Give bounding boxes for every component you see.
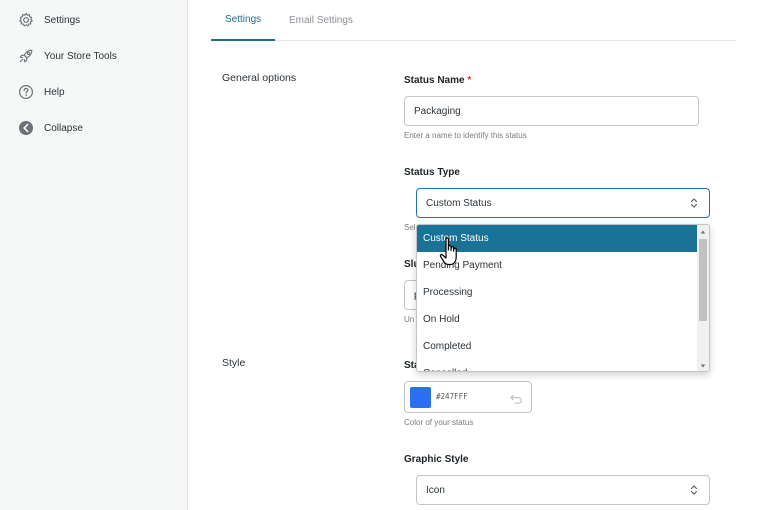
required-marker: * xyxy=(467,75,472,86)
sidebar-item-collapse[interactable]: Collapse xyxy=(18,117,83,139)
status-type-dropdown: Custom Status Pending Payment Processing… xyxy=(416,224,710,372)
section-general-options: General options xyxy=(222,72,297,84)
status-color-picker[interactable]: #247FFF xyxy=(404,381,532,413)
sidebar-item-label: Collapse xyxy=(44,122,83,134)
tab-email-settings[interactable]: Email Settings xyxy=(275,0,367,40)
sidebar: Settings Your Store Tools Help Collapse xyxy=(0,0,188,510)
scrollbar-thumb[interactable] xyxy=(699,239,707,321)
status-type-label: Status Type xyxy=(404,167,460,178)
dropdown-option[interactable]: Completed xyxy=(417,333,699,360)
slug-help: Un xyxy=(404,315,415,324)
chevron-updown-icon xyxy=(690,198,698,208)
status-name-value: Packaging xyxy=(414,105,461,117)
status-name-help: Enter a name to identify this status xyxy=(404,131,527,140)
dropdown-option[interactable]: Cancelled xyxy=(417,360,699,371)
settings-tabs: Settings Email Settings xyxy=(211,0,736,41)
dropdown-option[interactable]: On Hold xyxy=(417,306,699,333)
sidebar-item-settings[interactable]: Settings xyxy=(18,9,80,31)
sidebar-item-your-store-tools[interactable]: Your Store Tools xyxy=(18,45,117,67)
color-hex-value[interactable]: #247FFF xyxy=(436,392,468,401)
sidebar-item-help[interactable]: Help xyxy=(18,81,65,103)
status-type-value: Custom Status xyxy=(426,197,492,209)
sidebar-item-label: Settings xyxy=(44,14,81,26)
dropdown-option[interactable]: Processing xyxy=(417,279,699,306)
reset-color-icon[interactable] xyxy=(509,391,523,405)
gear-icon xyxy=(18,12,34,28)
status-color-help: Color of your status xyxy=(404,418,474,427)
dropdown-option[interactable]: Custom Status xyxy=(417,225,699,252)
scroll-up-arrow-icon[interactable] xyxy=(699,228,707,236)
status-type-select[interactable]: Custom Status xyxy=(416,188,710,218)
chevron-updown-icon xyxy=(690,485,698,495)
section-style: Style xyxy=(222,357,246,369)
sidebar-item-label: Your Store Tools xyxy=(44,50,117,62)
color-swatch[interactable] xyxy=(410,387,431,408)
dropdown-option[interactable]: Pending Payment xyxy=(417,252,699,279)
graphic-style-value: Icon xyxy=(426,484,445,496)
status-name-input[interactable]: Packaging xyxy=(404,96,699,126)
sidebar-item-label: Help xyxy=(44,86,65,98)
scroll-down-arrow-icon[interactable] xyxy=(699,362,707,370)
status-name-label: Status Name * xyxy=(404,75,472,86)
dropdown-scrollbar[interactable] xyxy=(697,225,709,371)
graphic-style-label: Graphic Style xyxy=(404,454,469,465)
collapse-arrow-icon xyxy=(18,120,34,136)
tab-settings[interactable]: Settings xyxy=(211,0,276,41)
graphic-style-select[interactable]: Icon xyxy=(416,475,710,505)
help-circle-icon xyxy=(18,84,34,100)
rocket-icon xyxy=(18,48,34,64)
